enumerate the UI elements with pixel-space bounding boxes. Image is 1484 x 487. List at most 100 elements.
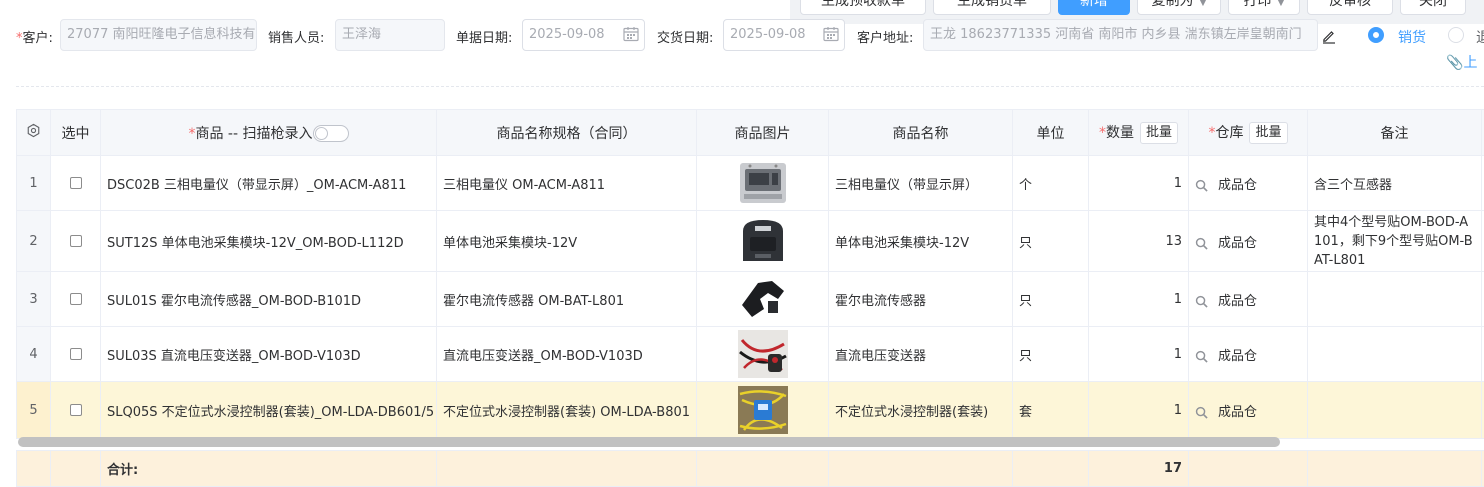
print-button[interactable]: 打印▼ — [1228, 0, 1300, 15]
row-checkbox-cell[interactable] — [51, 327, 101, 382]
row-checkbox-cell[interactable] — [51, 211, 101, 272]
upload-link[interactable]: 📎上 — [1446, 52, 1477, 72]
copy-as-button[interactable]: 复制为▼ — [1137, 0, 1221, 15]
search-icon[interactable] — [1195, 350, 1208, 363]
voltage-transmitter-thumbnail — [738, 330, 788, 378]
table-row[interactable]: 3 SUL01S 霍尔电流传感器_OM-BOD-B101D 霍尔电流传感器 OM… — [17, 272, 1484, 327]
remark-cell[interactable]: 含三个互感器 — [1308, 156, 1482, 211]
power-meter-thumbnail — [738, 159, 788, 207]
customer-address-field[interactable]: 王龙 18623771335 河南省 南阳市 内乡县 湍东镇左岸皇朝南门 — [923, 19, 1318, 51]
sales-radio-label[interactable]: 销货 — [1398, 27, 1426, 47]
scanner-toggle[interactable] — [313, 125, 349, 142]
warehouse-cell[interactable]: 成品仓 — [1189, 382, 1308, 439]
row-checkbox-cell[interactable] — [51, 156, 101, 211]
edit-icon[interactable] — [1321, 28, 1337, 44]
quantity-cell[interactable]: 1 — [1089, 272, 1189, 327]
remark-cell[interactable]: 其中4个型号贴OM-BOD-A101，剩下9个型号贴OM-BAT-L801 — [1308, 211, 1482, 272]
row-checkbox[interactable] — [70, 235, 82, 247]
spec-cell[interactable]: 三相电量仪 OM-ACM-A811 — [437, 156, 697, 211]
remark-cell[interactable] — [1308, 327, 1482, 382]
return-radio[interactable] — [1448, 27, 1464, 43]
spec-cell[interactable]: 单体电池采集模块-12V — [437, 211, 697, 272]
name-cell[interactable]: 直流电压变送器 — [829, 327, 1013, 382]
horizontal-scrollbar[interactable] — [18, 437, 1280, 447]
customer-field[interactable]: 27077 南阳旺隆电子信息科技有 — [60, 19, 257, 51]
calendar-icon[interactable] — [822, 25, 840, 43]
unaudit-button[interactable]: 反审核 — [1307, 0, 1393, 15]
unit-cell[interactable]: 套 — [1013, 382, 1089, 439]
bulk-quantity-button[interactable]: 批量 — [1140, 122, 1178, 144]
delivery-date-field[interactable]: 2025-09-08 — [723, 19, 845, 51]
totals-image — [697, 451, 829, 487]
generate-prepayment-button[interactable]: 生成预收款单 — [800, 0, 926, 15]
product-cell[interactable]: SUL01S 霍尔电流传感器_OM-BOD-B101D — [101, 272, 437, 327]
totals-unit — [1013, 451, 1089, 487]
close-button[interactable]: 关闭 — [1400, 0, 1466, 15]
product-cell[interactable]: SLQ05S 不定位式水浸控制器(套装)_OM-LDA-DB601/5 — [101, 382, 437, 439]
spec-cell[interactable]: 直流电压变送器_OM-BOD-V103D — [437, 327, 697, 382]
remark-cell[interactable] — [1308, 272, 1482, 327]
column-settings-header[interactable] — [17, 110, 51, 156]
row-checkbox[interactable] — [70, 348, 82, 360]
image-cell — [697, 211, 829, 272]
name-header: 商品名称 — [829, 110, 1013, 156]
product-header: *商品 -- 扫描枪录入 — [101, 110, 437, 156]
calendar-icon[interactable] — [622, 25, 640, 43]
name-cell[interactable]: 三相电量仪（带显示屏） — [829, 156, 1013, 211]
table-row[interactable]: 5 SLQ05S 不定位式水浸控制器(套装)_OM-LDA-DB601/5 不定… — [17, 382, 1484, 439]
chevron-down-icon: ▼ — [1200, 0, 1207, 8]
warehouse-cell[interactable]: 成品仓 — [1189, 327, 1308, 382]
unit-cell[interactable]: 只 — [1013, 272, 1089, 327]
search-icon[interactable] — [1195, 237, 1208, 250]
row-checkbox[interactable] — [70, 293, 82, 305]
warehouse-cell[interactable]: 成品仓 — [1189, 156, 1308, 211]
row-checkbox-cell[interactable] — [51, 382, 101, 439]
paperclip-icon: 📎 — [1446, 55, 1463, 71]
table-row[interactable]: 4 SUL03S 直流电压变送器_OM-BOD-V103D 直流电压变送器_OM… — [17, 327, 1484, 382]
sales-radio[interactable] — [1368, 27, 1384, 43]
product-cell[interactable]: DSC02B 三相电量仪（带显示屏）_OM-ACM-A811 — [101, 156, 437, 211]
row-checkbox-cell[interactable] — [51, 272, 101, 327]
remark-header: 备注 — [1308, 110, 1482, 156]
product-cell[interactable]: SUT12S 单体电池采集模块-12V_OM-BOD-L112D — [101, 211, 437, 272]
sales-person-field[interactable]: 王泽海 — [335, 19, 445, 51]
product-cell[interactable]: SUL03S 直流电压变送器_OM-BOD-V103D — [101, 327, 437, 382]
warehouse-cell[interactable]: 成品仓 — [1189, 272, 1308, 327]
name-cell[interactable]: 霍尔电流传感器 — [829, 272, 1013, 327]
remark-cell[interactable] — [1308, 382, 1482, 439]
return-radio-label[interactable]: 退 — [1476, 27, 1484, 47]
quantity-cell[interactable]: 1 — [1089, 156, 1189, 211]
unit-cell[interactable]: 只 — [1013, 211, 1089, 272]
search-icon[interactable] — [1195, 179, 1208, 192]
warehouse-value: 成品仓 — [1218, 294, 1257, 309]
table-row[interactable]: 2 SUT12S 单体电池采集模块-12V_OM-BOD-L112D 单体电池采… — [17, 211, 1484, 272]
warehouse-cell[interactable]: 成品仓 — [1189, 211, 1308, 272]
table-row[interactable]: 1 DSC02B 三相电量仪（带显示屏）_OM-ACM-A811 三相电量仪 O… — [17, 156, 1484, 211]
totals-spec — [437, 451, 697, 487]
unit-cell[interactable]: 个 — [1013, 156, 1089, 211]
spec-cell[interactable]: 霍尔电流传感器 OM-BAT-L801 — [437, 272, 697, 327]
name-cell[interactable]: 不定位式水浸控制器(套装) — [829, 382, 1013, 439]
quantity-cell[interactable]: 1 — [1089, 327, 1189, 382]
unit-cell[interactable]: 只 — [1013, 327, 1089, 382]
water-leak-controller-thumbnail — [738, 386, 788, 434]
quantity-cell[interactable]: 1 — [1089, 382, 1189, 439]
delivery-date-value: 2025-09-08 — [730, 27, 806, 42]
document-date-field[interactable]: 2025-09-08 — [522, 19, 645, 51]
generate-sales-button[interactable]: 生成销货单 — [933, 0, 1051, 15]
upload-label: 上 — [1463, 55, 1477, 71]
select-header: 选中 — [51, 110, 101, 156]
name-cell[interactable]: 单体电池采集模块-12V — [829, 211, 1013, 272]
row-checkbox[interactable] — [70, 177, 82, 189]
spec-header: 商品名称规格（合同） — [437, 110, 697, 156]
search-icon[interactable] — [1195, 406, 1208, 419]
quantity-cell[interactable]: 13 — [1089, 211, 1189, 272]
search-icon[interactable] — [1195, 295, 1208, 308]
add-button[interactable]: 新增 — [1058, 0, 1130, 15]
bulk-warehouse-button[interactable]: 批量 — [1249, 122, 1287, 144]
totals-quantity: 17 — [1089, 451, 1189, 487]
spec-cell[interactable]: 不定位式水浸控制器(套装) OM-LDA-B801 — [437, 382, 697, 439]
gear-icon[interactable] — [26, 123, 41, 138]
row-index: 3 — [17, 272, 51, 327]
row-checkbox[interactable] — [70, 404, 82, 416]
